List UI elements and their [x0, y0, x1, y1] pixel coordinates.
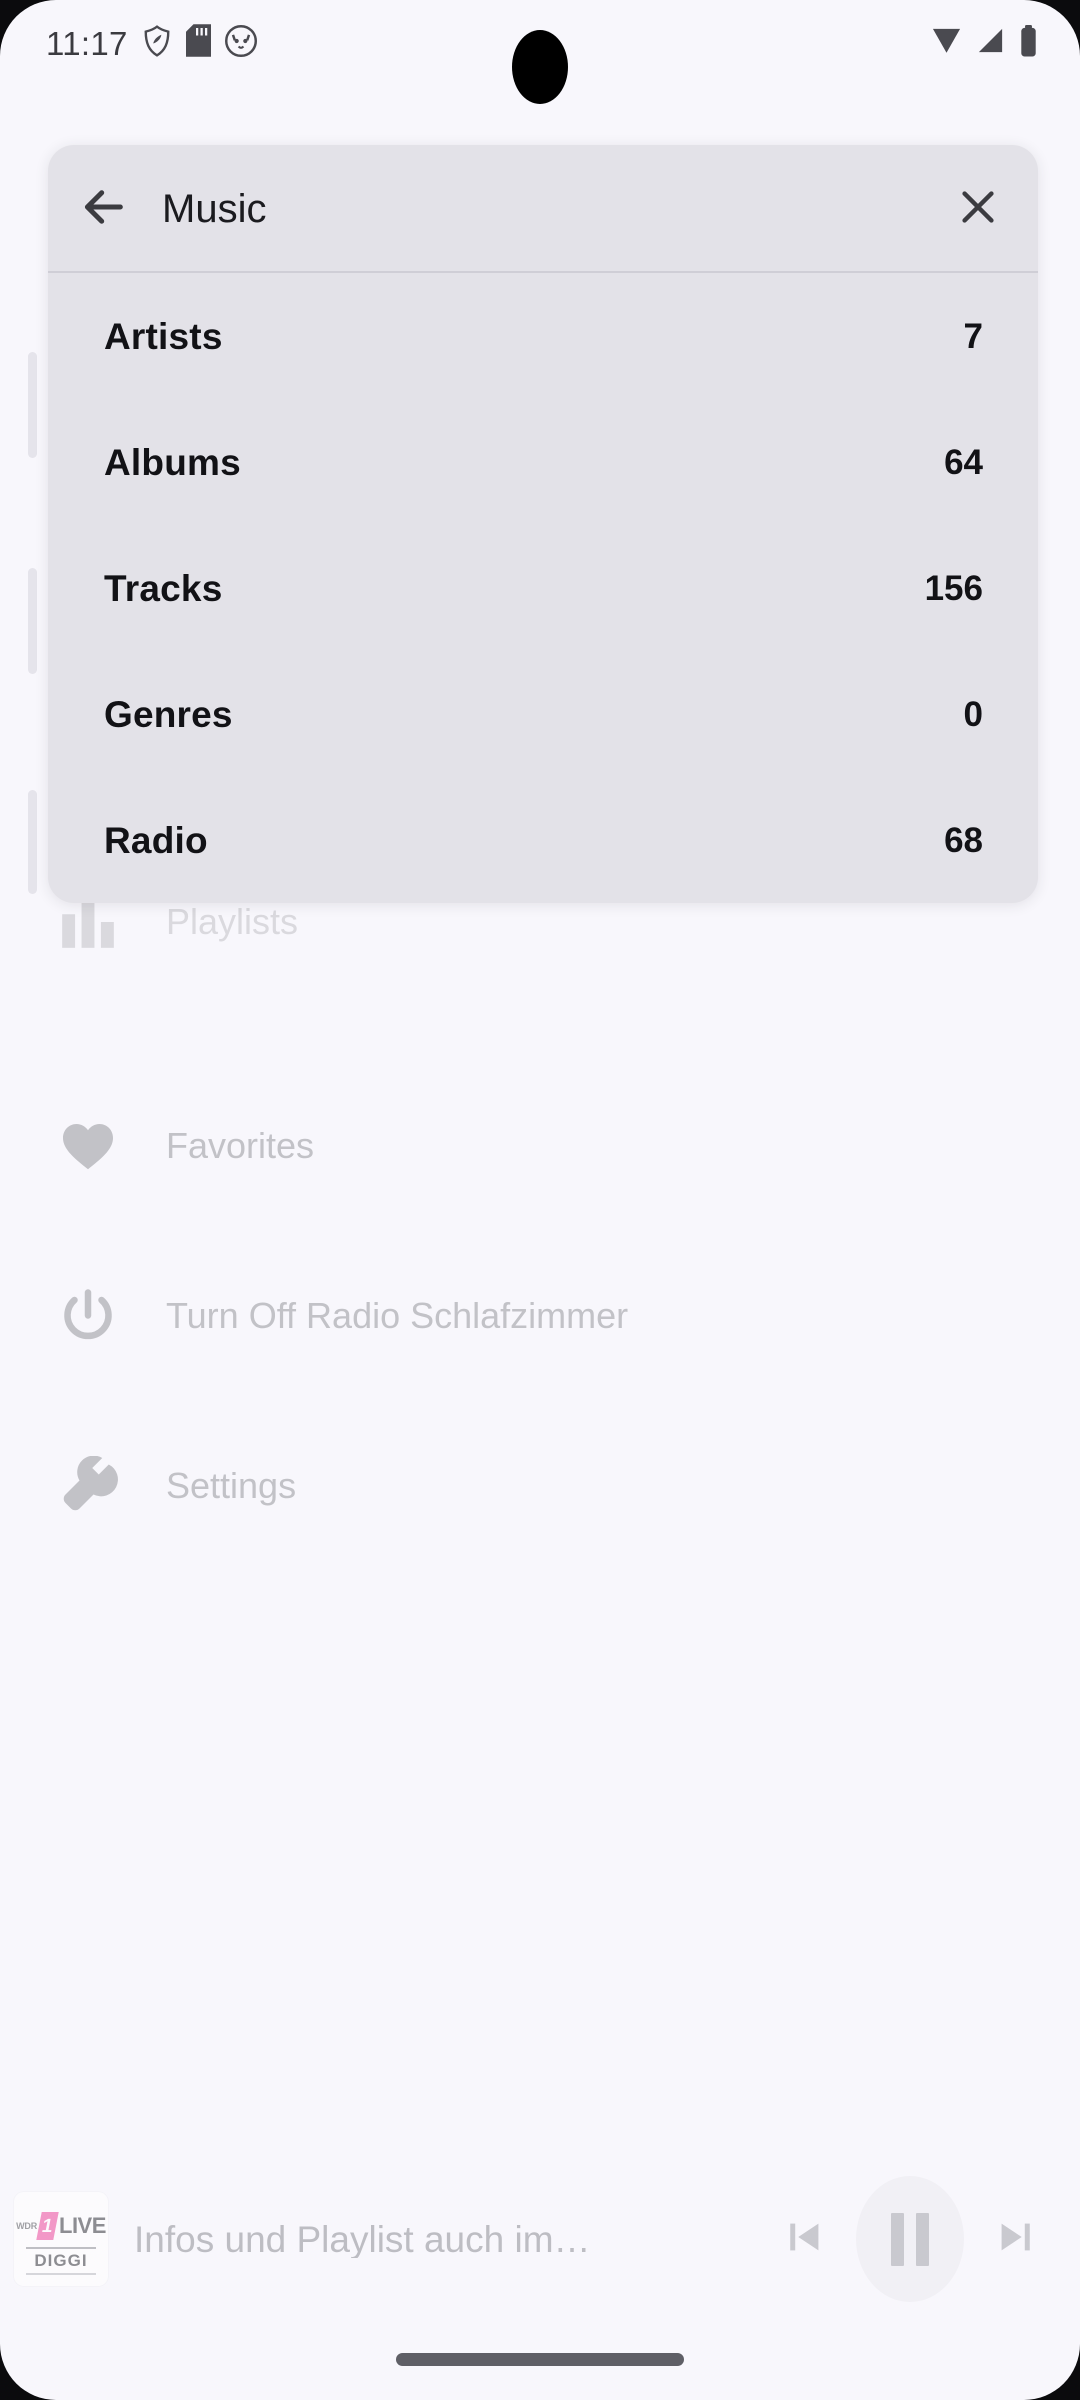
dialog-header: Music	[48, 145, 1038, 273]
category-label: Albums	[104, 441, 241, 483]
pause-bar-left	[891, 2212, 904, 2266]
phone-screen: 11:17 Playlists Favorites Turn Off Radio…	[0, 0, 1080, 2400]
heart-icon	[48, 1106, 128, 1186]
drawer-item-settings[interactable]: Settings	[0, 1436, 1080, 1536]
background-ghost-sliver	[28, 790, 37, 894]
album-art-rule-bottom	[26, 2273, 96, 2275]
skip-previous-icon	[782, 2214, 828, 2265]
drawer-item-label: Settings	[166, 1465, 297, 1506]
close-button[interactable]	[918, 145, 1038, 273]
live-wordmark: LIVE	[59, 2213, 106, 2238]
album-art-logo-top: WDR 1 LIVE	[14, 2209, 108, 2243]
wrench-icon	[48, 1446, 128, 1526]
next-track-button[interactable]	[972, 2196, 1058, 2282]
background-ghost-sliver	[28, 352, 37, 458]
background-ghost-sliver	[28, 568, 37, 674]
category-count: 68	[944, 820, 983, 860]
dialog-category-list[interactable]: Artists 7 Albums 64 Tracks 156 Genres 0 …	[48, 273, 1038, 903]
play-pause-button[interactable]	[856, 2176, 964, 2302]
cellular-signal-icon	[975, 25, 1006, 61]
skip-next-icon	[992, 2214, 1038, 2265]
drawer-item-turn-off-radio[interactable]: Turn Off Radio Schlafzimmer	[0, 1266, 1080, 1366]
category-count: 0	[963, 694, 983, 734]
arrow-back-icon	[77, 181, 129, 238]
track-title: Infos und Playlist auch im…	[134, 2220, 591, 2258]
category-count: 156	[924, 568, 983, 608]
category-row-albums[interactable]: Albums 64	[48, 399, 1038, 525]
power-icon	[48, 1276, 128, 1356]
category-row-tracks[interactable]: Tracks 156	[48, 525, 1038, 651]
shield-icon	[142, 24, 172, 63]
status-bar-left: 11:17	[46, 0, 257, 86]
diggi-wordmark: DIGGI	[34, 2251, 88, 2270]
gesture-navigation-bar[interactable]	[396, 2353, 684, 2366]
battery-icon	[1019, 24, 1038, 62]
drawer-item-label: Playlists	[166, 901, 299, 942]
status-bar-right	[931, 0, 1038, 86]
now-playing-bar[interactable]: WDR 1 LIVE DIGGI Infos und Playlist auch…	[0, 2174, 1080, 2304]
drawer-item-label: Favorites	[166, 1125, 315, 1166]
category-label: Artists	[104, 315, 223, 357]
cat-avatar-icon	[224, 24, 257, 62]
sd-card-icon	[185, 24, 211, 62]
drawer-item-favorites[interactable]: Favorites	[0, 1096, 1080, 1196]
category-row-genres[interactable]: Genres 0	[48, 651, 1038, 777]
pause-icon	[891, 2212, 929, 2266]
album-art-rule-top	[26, 2247, 96, 2249]
album-art[interactable]: WDR 1 LIVE DIGGI	[14, 2192, 108, 2286]
category-label: Tracks	[104, 567, 223, 609]
category-row-artists[interactable]: Artists 7	[48, 273, 1038, 399]
music-dialog: Music Artists 7 Albums 64 Tracks 156 Gen…	[48, 145, 1038, 903]
drawer-item-label: Turn Off Radio Schlafzimmer	[166, 1295, 629, 1336]
dialog-title: Music	[162, 187, 267, 231]
camera-punch-hole	[512, 30, 568, 104]
category-count: 7	[963, 316, 983, 356]
wdr-wordmark: WDR	[16, 2220, 37, 2231]
category-label: Radio	[104, 819, 208, 861]
previous-track-button[interactable]	[762, 2196, 848, 2282]
category-label: Genres	[104, 693, 233, 735]
close-icon	[955, 184, 1001, 235]
category-row-radio[interactable]: Radio 68	[48, 777, 1038, 903]
status-bar-clock: 11:17	[46, 24, 128, 62]
one-badge: 1	[36, 2212, 59, 2240]
pause-bar-right	[916, 2212, 929, 2266]
category-count: 64	[944, 442, 983, 482]
back-button[interactable]	[48, 145, 158, 273]
wifi-icon	[931, 25, 962, 61]
